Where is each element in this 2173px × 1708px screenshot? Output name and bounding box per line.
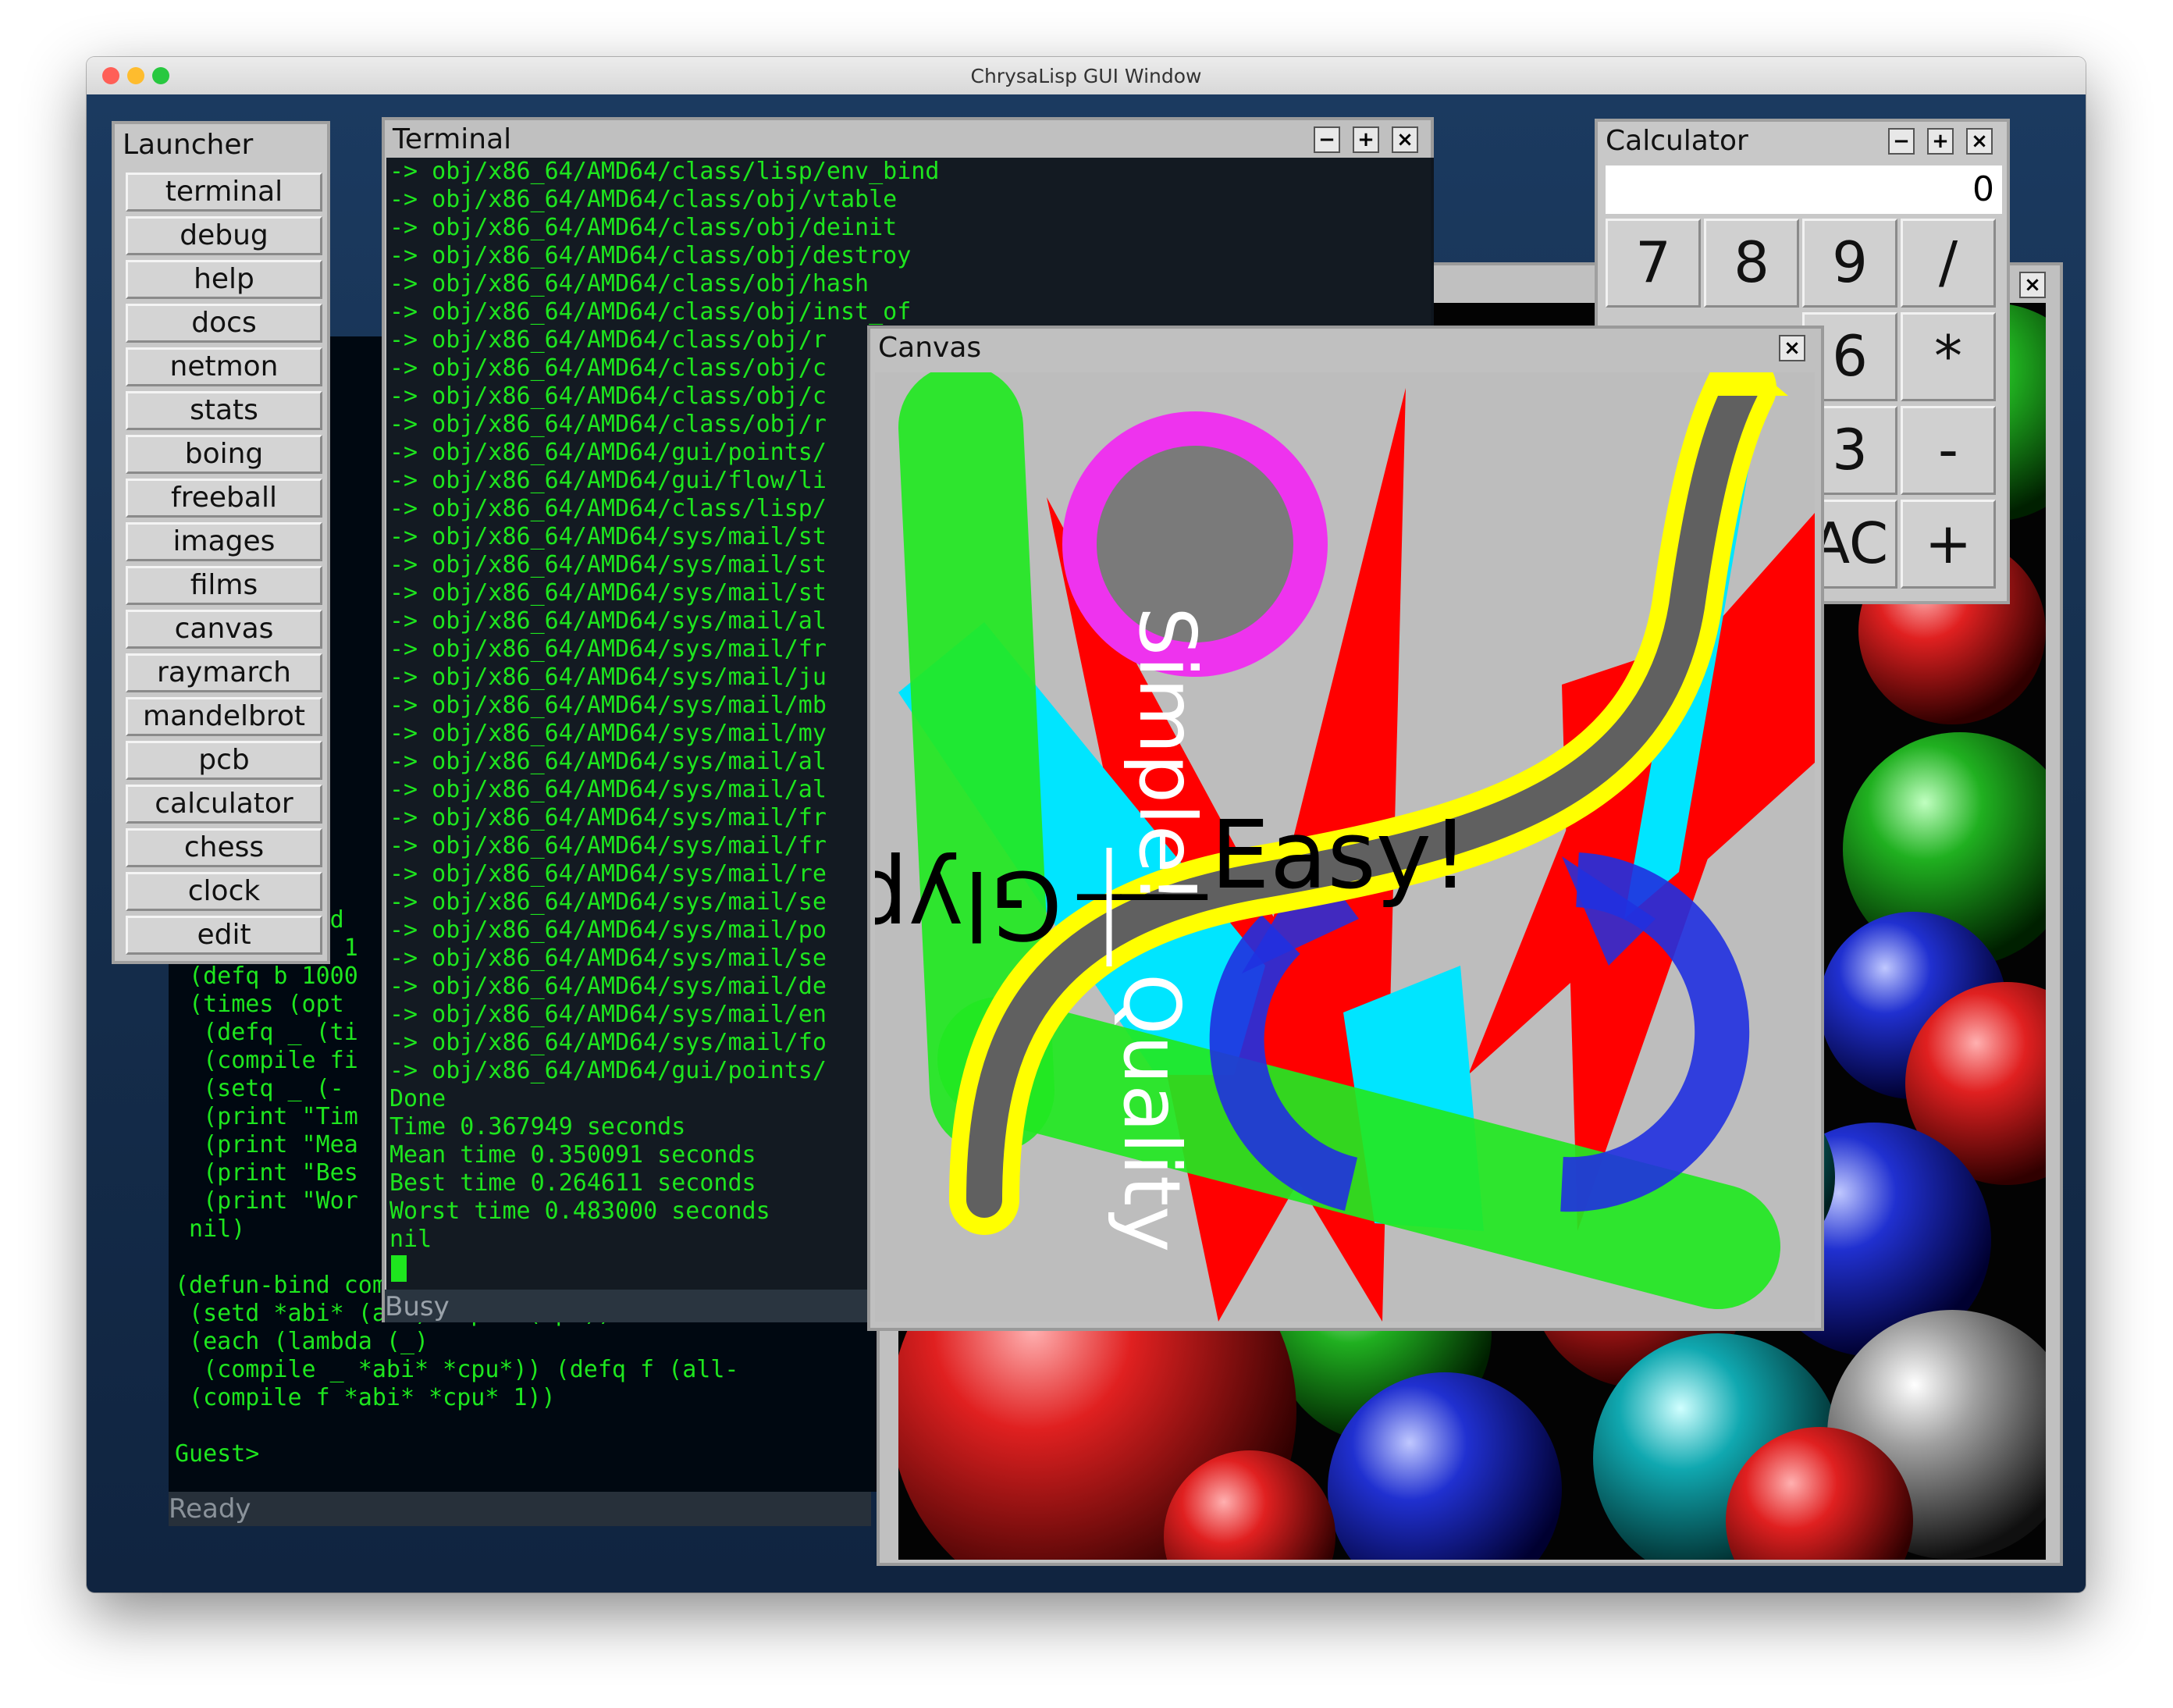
back-terminal-line xyxy=(175,1412,949,1440)
launcher-item-debug[interactable]: debug xyxy=(126,216,322,255)
launcher-item-raymarch[interactable]: raymarch xyxy=(126,653,322,692)
launcher-title: Launcher xyxy=(123,129,254,161)
close-icon[interactable]: × xyxy=(1779,335,1805,361)
canvas-text-glyphs: Glyphs! xyxy=(875,849,1062,958)
calculator-key[interactable]: 9 xyxy=(1802,219,1897,308)
launcher-item-terminal[interactable]: terminal xyxy=(126,173,322,212)
canvas-text-quality: Quality xyxy=(1106,973,1197,1252)
minimize-icon[interactable]: − xyxy=(1888,128,1915,155)
terminal-title: Terminal xyxy=(393,123,512,155)
terminal-line: -> obj/x86_64/AMD64/class/obj/inst_of xyxy=(389,298,912,326)
calculator-key[interactable]: / xyxy=(1901,219,1996,308)
launcher-item-films[interactable]: films xyxy=(126,566,322,605)
app-window: ChrysaLisp GUI Window 'W'Ad rAMDWINARMd … xyxy=(87,57,2086,1592)
calculator-title: Calculator xyxy=(1606,125,1748,157)
launcher-item-netmon[interactable]: netmon xyxy=(126,347,322,386)
canvas-text-easy: Easy! xyxy=(1211,802,1469,910)
close-icon[interactable]: × xyxy=(1392,126,1418,153)
launcher-item-pcb[interactable]: pcb xyxy=(126,741,322,780)
terminal-line: -> obj/x86_64/AMD64/class/obj/hash xyxy=(389,270,870,297)
launcher-window[interactable]: Launcher terminal debug help docs netmon stat… xyxy=(112,121,330,964)
launcher-item-docs[interactable]: docs xyxy=(126,304,322,343)
terminal-cursor xyxy=(391,1255,407,1282)
launcher-item-clock[interactable]: clock xyxy=(126,872,322,911)
back-terminal-line: (compile f *abi* *cpu* 1)) xyxy=(175,1384,556,1411)
close-icon[interactable]: × xyxy=(2019,272,2046,298)
calculator-key[interactable]: 7 xyxy=(1606,219,1701,308)
launcher-item-images[interactable]: images xyxy=(126,522,322,561)
back-terminal-status: Ready xyxy=(169,1492,871,1526)
minimize-icon[interactable]: − xyxy=(1314,126,1340,153)
canvas-drawing: Simple! Easy! Glyphs! Quality ___ ___ xyxy=(875,372,1815,1322)
launcher-item-edit[interactable]: edit xyxy=(126,916,322,955)
close-icon[interactable]: × xyxy=(1966,128,1993,155)
terminal-line: -> obj/x86_64/AMD64/class/lisp/env_bind xyxy=(389,158,940,185)
calculator-key[interactable]: - xyxy=(1901,406,1996,495)
launcher-item-stats[interactable]: stats xyxy=(126,391,322,430)
launcher-item-chess[interactable]: chess xyxy=(126,828,322,867)
window-title: ChrysaLisp GUI Window xyxy=(970,65,1202,87)
launcher-item-canvas[interactable]: canvas xyxy=(126,610,322,649)
launcher-item-mandelbrot[interactable]: mandelbrot xyxy=(126,697,322,736)
calculator-key[interactable]: * xyxy=(1901,312,1996,401)
maximize-icon[interactable]: + xyxy=(1927,128,1954,155)
canvas-window[interactable]: Canvas × Simple! Easy! Gly Quality ___ _… xyxy=(867,326,1824,1331)
calculator-key[interactable]: 8 xyxy=(1704,219,1799,308)
calculator-display: 0 xyxy=(1606,165,2002,214)
launcher-item-calculator[interactable]: calculator xyxy=(126,785,322,824)
launcher-item-help[interactable]: help xyxy=(126,260,322,299)
terminal-line: -> obj/x86_64/AMD64/class/obj/vtable xyxy=(389,186,898,213)
back-terminal-line: (compile _ *abi* *cpu*)) (defq f (all- xyxy=(175,1356,739,1383)
maximize-icon[interactable]: + xyxy=(1353,126,1379,153)
desktop: 'W'Ad rAMDWINARMd resllllll;;;and;;;d mi… xyxy=(87,94,2086,1592)
canvas-text-underscore-2: ___ xyxy=(1106,848,1197,966)
terminal-line: -> obj/x86_64/AMD64/class/obj/deinit xyxy=(389,214,898,241)
back-terminal-line: Guest> xyxy=(175,1440,260,1468)
calculator-key[interactable]: + xyxy=(1901,500,1996,589)
launcher-item-freeball[interactable]: freeball xyxy=(126,479,322,518)
terminal-line: -> obj/x86_64/AMD64/class/obj/destroy xyxy=(389,242,912,269)
back-terminal-line: (each (lambda (_) xyxy=(175,1328,429,1355)
launcher-item-boing[interactable]: boing xyxy=(126,435,322,474)
window-titlebar[interactable]: ChrysaLisp GUI Window xyxy=(87,57,2086,95)
canvas-title: Canvas xyxy=(878,332,982,364)
